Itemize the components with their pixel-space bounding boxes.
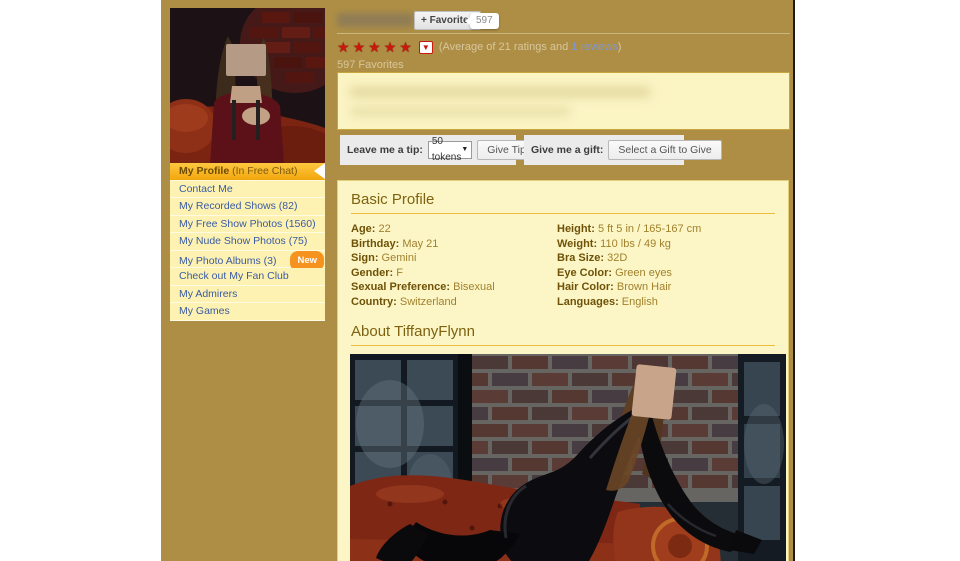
basic-profile-fields: Age: 22 Birthday: May 21 Sign: Gemini Ge… <box>351 222 775 309</box>
field-label: Birthday: <box>351 238 399 250</box>
gift-label: Give me a gift: <box>531 144 603 156</box>
field-value: 32D <box>604 252 627 264</box>
star-icon: ★ <box>368 40 381 54</box>
profile-field-sexual-preference: Sexual Preference: Bisexual <box>351 280 557 295</box>
sidebar-item-free-show-photos[interactable]: My Free Show Photos (1560) <box>170 216 325 234</box>
profile-fields-right: Height: 5 ft 5 in / 165-167 cm Weight: 1… <box>557 222 775 309</box>
field-value: 110 lbs / 49 kg <box>597 238 671 250</box>
field-label: Weight: <box>557 238 597 250</box>
rating-prefix: (Average of 21 ratings and <box>439 41 572 53</box>
sidebar-item-label: Contact Me <box>179 183 233 195</box>
sidebar-menu: My Profile (In Free Chat) Contact Me My … <box>170 163 325 321</box>
field-value: 22 <box>375 223 390 235</box>
blurred-text-line <box>350 107 570 116</box>
star-icon: ★ <box>384 40 397 54</box>
sidebar-item-suffix: (In Free Chat) <box>229 165 297 177</box>
field-label: Height: <box>557 223 595 235</box>
sidebar-item-label: My Nude Show Photos (75) <box>179 235 307 247</box>
sidebar-item-photo-albums[interactable]: My Photo Albums (3)New <box>170 251 325 269</box>
profile-field-languages: Languages: English <box>557 295 775 310</box>
gift-tray: Give me a gift: Select a Gift to Give <box>524 135 684 165</box>
profile-field-country: Country: Switzerland <box>351 295 557 310</box>
sidebar-item-recorded-shows[interactable]: My Recorded Shows (82) <box>170 198 325 216</box>
profile-field-birthday: Birthday: May 21 <box>351 237 557 252</box>
profile-page: My Profile (In Free Chat) Contact Me My … <box>0 0 960 561</box>
select-caret-icon: ▼ <box>461 142 468 158</box>
field-label: Sexual Preference: <box>351 281 450 293</box>
sidebar-item-label: My Profile <box>179 165 229 177</box>
sidebar-item-nude-show-photos[interactable]: My Nude Show Photos (75) <box>170 233 325 251</box>
blurred-text-line <box>350 87 650 97</box>
profile-fields-left: Age: 22 Birthday: May 21 Sign: Gemini Ge… <box>351 222 557 309</box>
sidebar-item-my-games[interactable]: My Games <box>170 303 325 321</box>
field-label: Age: <box>351 223 375 235</box>
field-value: Bisexual <box>450 281 495 293</box>
favorites-count-badge: 597 <box>470 13 499 29</box>
field-label: Country: <box>351 296 397 308</box>
rating-suffix: ) <box>618 41 622 53</box>
field-label: Bra Size: <box>557 252 604 264</box>
star-icon: ★ <box>353 40 366 54</box>
sidebar-item-label: My Photo Albums (3) <box>179 255 276 267</box>
field-value: 5 ft 5 in / 165-167 cm <box>595 223 701 235</box>
header-divider <box>337 33 790 34</box>
profile-field-sign: Sign: Gemini <box>351 251 557 266</box>
profile-field-hair-color: Hair Color: Brown Hair <box>557 280 775 295</box>
announcement-banner-blurred <box>337 72 790 130</box>
rating-row: ★ ★ ★ ★ ★ ▼ (Average of 21 ratings and 1… <box>337 39 621 55</box>
rating-average-text: (Average of 21 ratings and 1 reviews) <box>439 41 622 53</box>
field-label: Languages: <box>557 296 619 308</box>
sidebar-item-label: Check out My Fan Club <box>179 270 289 282</box>
sidebar-item-fan-club[interactable]: Check out My Fan Club <box>170 268 325 286</box>
reviews-link[interactable]: 1 reviews <box>571 41 617 53</box>
sidebar-item-contact-me[interactable]: Contact Me <box>170 181 325 199</box>
field-value: Green eyes <box>612 267 672 279</box>
basic-profile-title: Basic Profile <box>351 191 775 214</box>
field-value: May 21 <box>399 238 438 250</box>
active-item-arrow-icon <box>314 163 325 179</box>
field-value: Switzerland <box>397 296 457 308</box>
tip-label: Leave me a tip: <box>347 144 423 156</box>
sidebar-item-label: My Recorded Shows (82) <box>179 200 297 212</box>
username-blurred <box>337 13 413 27</box>
tip-tray: Leave me a tip: 50 tokens ▼ Give Tip <box>340 135 516 165</box>
star-icon: ★ <box>337 40 350 54</box>
field-label: Hair Color: <box>557 281 614 293</box>
profile-field-eye-color: Eye Color: Green eyes <box>557 266 775 281</box>
field-value: F <box>393 267 403 279</box>
profile-field-gender: Gender: F <box>351 266 557 281</box>
sidebar-item-my-admirers[interactable]: My Admirers <box>170 286 325 304</box>
profile-field-height: Height: 5 ft 5 in / 165-167 cm <box>557 222 775 237</box>
rating-dropdown-icon[interactable]: ▼ <box>419 41 433 54</box>
field-label: Gender: <box>351 267 393 279</box>
tip-amount-select[interactable]: 50 tokens ▼ <box>428 141 472 159</box>
field-label: Eye Color: <box>557 267 612 279</box>
tip-amount-value: 50 tokens <box>432 134 461 166</box>
about-title: About TiffanyFlynn <box>351 323 775 346</box>
star-icon: ★ <box>399 40 412 54</box>
profile-field-bra-size: Bra Size: 32D <box>557 251 775 266</box>
favorites-count-text: 597 Favorites <box>337 59 404 71</box>
profile-thumbnail-photo <box>170 8 325 165</box>
sidebar-item-my-profile[interactable]: My Profile (In Free Chat) <box>170 163 325 181</box>
thumbnail-art <box>170 8 325 165</box>
profile-panel: Basic Profile Age: 22 Birthday: May 21 S… <box>337 180 789 561</box>
sidebar-item-label: My Free Show Photos (1560) <box>179 218 316 230</box>
sidebar-item-label: My Admirers <box>179 288 237 300</box>
select-gift-button[interactable]: Select a Gift to Give <box>608 140 721 160</box>
about-photo-art <box>350 354 786 561</box>
profile-field-weight: Weight: 110 lbs / 49 kg <box>557 237 775 252</box>
field-value: Gemini <box>379 252 417 264</box>
profile-field-age: Age: 22 <box>351 222 557 237</box>
field-value: English <box>619 296 658 308</box>
about-photo <box>350 354 786 561</box>
field-label: Sign: <box>351 252 379 264</box>
sidebar-item-label: My Games <box>179 305 230 317</box>
field-value: Brown Hair <box>614 281 671 293</box>
